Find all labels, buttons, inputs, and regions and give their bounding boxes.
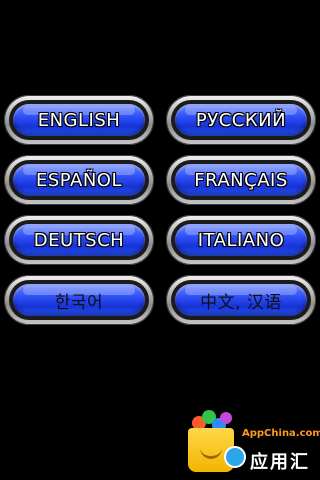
language-label: РУССКИЙ: [195, 109, 287, 131]
language-row: DEUTSCH ITALIANO: [4, 215, 316, 265]
button-frame: РУССКИЙ: [171, 100, 311, 140]
smile-icon: [200, 444, 222, 459]
language-button-french[interactable]: FRANÇAIS: [166, 155, 316, 205]
language-grid: ENGLISH РУССКИЙ ESPAÑOL FRANÇAIS DEUTSCH…: [4, 95, 316, 335]
button-pill: ESPAÑOL: [13, 164, 145, 196]
button-frame: ESPAÑOL: [9, 160, 149, 200]
button-frame: ITALIANO: [171, 220, 311, 260]
language-row: ESPAÑOL FRANÇAIS: [4, 155, 316, 205]
button-pill: 한국어: [13, 284, 145, 316]
language-row: ENGLISH РУССКИЙ: [4, 95, 316, 145]
button-pill: 中文, 汉语: [175, 284, 307, 316]
appchina-watermark: AppChina.com 应用汇: [168, 406, 320, 478]
button-pill: DEUTSCH: [13, 224, 145, 256]
language-label: ITALIANO: [197, 229, 285, 251]
language-button-italian[interactable]: ITALIANO: [166, 215, 316, 265]
language-row: 한국어 中文, 汉语: [4, 275, 316, 325]
button-frame: 中文, 汉语: [171, 280, 311, 320]
language-label: DEUTSCH: [33, 229, 125, 251]
language-label: 한국어: [54, 292, 104, 313]
balloon-icon: [220, 412, 232, 424]
language-button-chinese[interactable]: 中文, 汉语: [166, 275, 316, 325]
smiley-icon: [224, 446, 246, 468]
language-button-korean[interactable]: 한국어: [4, 275, 154, 325]
button-pill: FRANÇAIS: [175, 164, 307, 196]
language-label: 中文, 汉语: [200, 292, 282, 313]
language-button-german[interactable]: DEUTSCH: [4, 215, 154, 265]
language-button-english[interactable]: ENGLISH: [4, 95, 154, 145]
watermark-site: AppChina.com: [242, 428, 320, 439]
watermark-brand: 应用汇: [250, 452, 310, 473]
button-frame: DEUTSCH: [9, 220, 149, 260]
button-frame: FRANÇAIS: [171, 160, 311, 200]
language-label: ENGLISH: [37, 109, 121, 131]
language-button-spanish[interactable]: ESPAÑOL: [4, 155, 154, 205]
language-button-russian[interactable]: РУССКИЙ: [166, 95, 316, 145]
language-label: FRANÇAIS: [194, 169, 288, 191]
button-frame: 한국어: [9, 280, 149, 320]
button-pill: ITALIANO: [175, 224, 307, 256]
button-frame: ENGLISH: [9, 100, 149, 140]
language-label: ESPAÑOL: [36, 169, 122, 191]
button-pill: РУССКИЙ: [175, 104, 307, 136]
button-pill: ENGLISH: [13, 104, 145, 136]
